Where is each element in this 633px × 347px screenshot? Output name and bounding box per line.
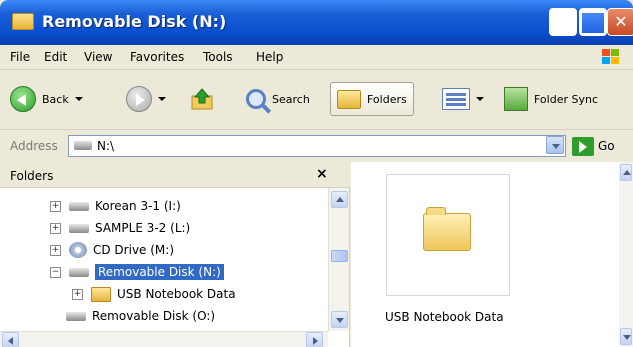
- folders-pane-header: Folders ×: [0, 162, 350, 188]
- close-button[interactable]: ✕: [607, 8, 633, 36]
- tree-item-usb-notebook-data[interactable]: + USB Notebook Data: [72, 285, 236, 303]
- scroll-thumb[interactable]: [331, 250, 348, 262]
- folder-thumbnail[interactable]: [386, 174, 510, 296]
- tree-item-sample[interactable]: + SAMPLE 3-2 (L:): [50, 219, 190, 237]
- minimize-icon: [550, 9, 576, 35]
- scroll-up-button[interactable]: [620, 164, 632, 181]
- standard-toolbar: Back Search Folders Folder Sync: [0, 70, 633, 130]
- expand-icon[interactable]: +: [72, 288, 83, 300]
- tree-item-label: Korean 3-1 (I:): [95, 199, 181, 213]
- folders-button[interactable]: Folders: [330, 82, 414, 116]
- search-button[interactable]: Search: [246, 82, 310, 116]
- content-vertical-scrollbar[interactable]: [619, 162, 633, 347]
- drive-icon: [69, 223, 89, 233]
- back-dropdown-icon[interactable]: [74, 97, 83, 101]
- folder-sync-icon: [504, 87, 528, 111]
- search-label: Search: [272, 92, 310, 106]
- up-folder-icon: [191, 88, 213, 110]
- folders-icon: [337, 89, 361, 109]
- expand-icon[interactable]: +: [50, 200, 61, 212]
- drive-icon: [74, 141, 92, 150]
- go-button-label[interactable]: Go: [598, 139, 615, 153]
- address-input[interactable]: N:\: [68, 135, 566, 157]
- folder-sync-label: Folder Sync: [534, 92, 599, 106]
- tree-item-removable-n[interactable]: − Removable Disk (N:): [50, 263, 224, 281]
- forward-button[interactable]: [126, 82, 166, 116]
- views-dropdown-icon[interactable]: [476, 97, 484, 101]
- folder-title-icon: [12, 13, 34, 30]
- scroll-right-button[interactable]: [306, 332, 323, 347]
- menu-favorites[interactable]: Favorites: [130, 50, 184, 64]
- drive-icon: [69, 267, 89, 277]
- back-button[interactable]: Back: [10, 82, 83, 116]
- back-arrow-icon: [10, 86, 36, 112]
- windows-logo-icon: [602, 49, 619, 64]
- tree-item-cd-drive[interactable]: + CD Drive (M:): [50, 241, 174, 259]
- scroll-down-button[interactable]: [331, 311, 348, 328]
- tree-item-label: USB Notebook Data: [117, 287, 236, 301]
- menu-view[interactable]: View: [84, 50, 112, 64]
- tree-item-korean[interactable]: + Korean 3-1 (I:): [50, 197, 181, 215]
- menu-file[interactable]: File: [10, 50, 30, 64]
- folders-pane-close-icon[interactable]: ×: [316, 166, 328, 182]
- forward-arrow-icon: [126, 86, 152, 112]
- window-title: Removable Disk (N:): [42, 12, 227, 31]
- scroll-left-button[interactable]: [2, 332, 19, 347]
- minimize-button[interactable]: [549, 8, 577, 36]
- menu-tools[interactable]: Tools: [203, 50, 233, 64]
- folder-tree: + Korean 3-1 (I:) + SAMPLE 3-2 (L:) + CD…: [0, 188, 328, 331]
- drive-icon: [69, 201, 89, 211]
- folders-pane: Folders × + Korean 3-1 (I:) + SAMPLE 3-2…: [0, 162, 350, 347]
- folder-icon: [91, 286, 111, 302]
- address-value[interactable]: N:\: [97, 139, 114, 153]
- up-button[interactable]: [190, 82, 214, 116]
- tree-item-label: CD Drive (M:): [93, 243, 174, 257]
- views-button[interactable]: [442, 82, 484, 116]
- search-icon: [246, 89, 266, 109]
- collapse-icon[interactable]: −: [50, 266, 61, 278]
- forward-dropdown-icon[interactable]: [158, 97, 166, 101]
- tree-item-label: Removable Disk (O:): [92, 309, 216, 323]
- folders-vertical-scrollbar[interactable]: [328, 188, 349, 331]
- tree-item-label-selected: Removable Disk (N:): [95, 264, 224, 280]
- maximize-icon: [580, 9, 606, 35]
- go-arrow-icon[interactable]: [572, 137, 594, 156]
- address-dropdown-button[interactable]: [546, 136, 564, 154]
- scroll-down-button[interactable]: [620, 328, 632, 345]
- menu-bar: File Edit View Favorites Tools Help: [0, 45, 633, 70]
- folders-pane-title: Folders: [10, 169, 54, 183]
- tree-item-label: SAMPLE 3-2 (L:): [95, 221, 191, 235]
- explorer-window: Removable Disk (N:) ✕ File Edit View Fav…: [0, 0, 633, 347]
- expand-icon[interactable]: +: [50, 244, 61, 256]
- drive-icon: [66, 311, 86, 321]
- folders-horizontal-scrollbar[interactable]: [0, 331, 328, 347]
- tree-item-removable-o[interactable]: Removable Disk (O:): [66, 307, 215, 325]
- content-pane: USB Notebook Data: [351, 162, 633, 347]
- menu-edit[interactable]: Edit: [44, 50, 67, 64]
- folder-icon: [423, 207, 471, 251]
- expand-icon[interactable]: +: [50, 222, 61, 234]
- folders-label: Folders: [367, 92, 407, 106]
- content-item-label[interactable]: USB Notebook Data: [385, 310, 504, 324]
- views-icon: [442, 88, 470, 110]
- address-bar: Address N:\ Go: [0, 131, 633, 161]
- maximize-button[interactable]: [579, 8, 607, 36]
- back-label: Back: [42, 92, 69, 106]
- title-bar[interactable]: Removable Disk (N:) ✕: [0, 0, 633, 45]
- scroll-up-button[interactable]: [331, 191, 348, 208]
- cd-drive-icon: [69, 242, 87, 258]
- address-label: Address: [10, 139, 58, 153]
- folder-sync-button[interactable]: Folder Sync: [504, 82, 598, 116]
- menu-help[interactable]: Help: [256, 50, 283, 64]
- close-icon: ✕: [614, 12, 628, 31]
